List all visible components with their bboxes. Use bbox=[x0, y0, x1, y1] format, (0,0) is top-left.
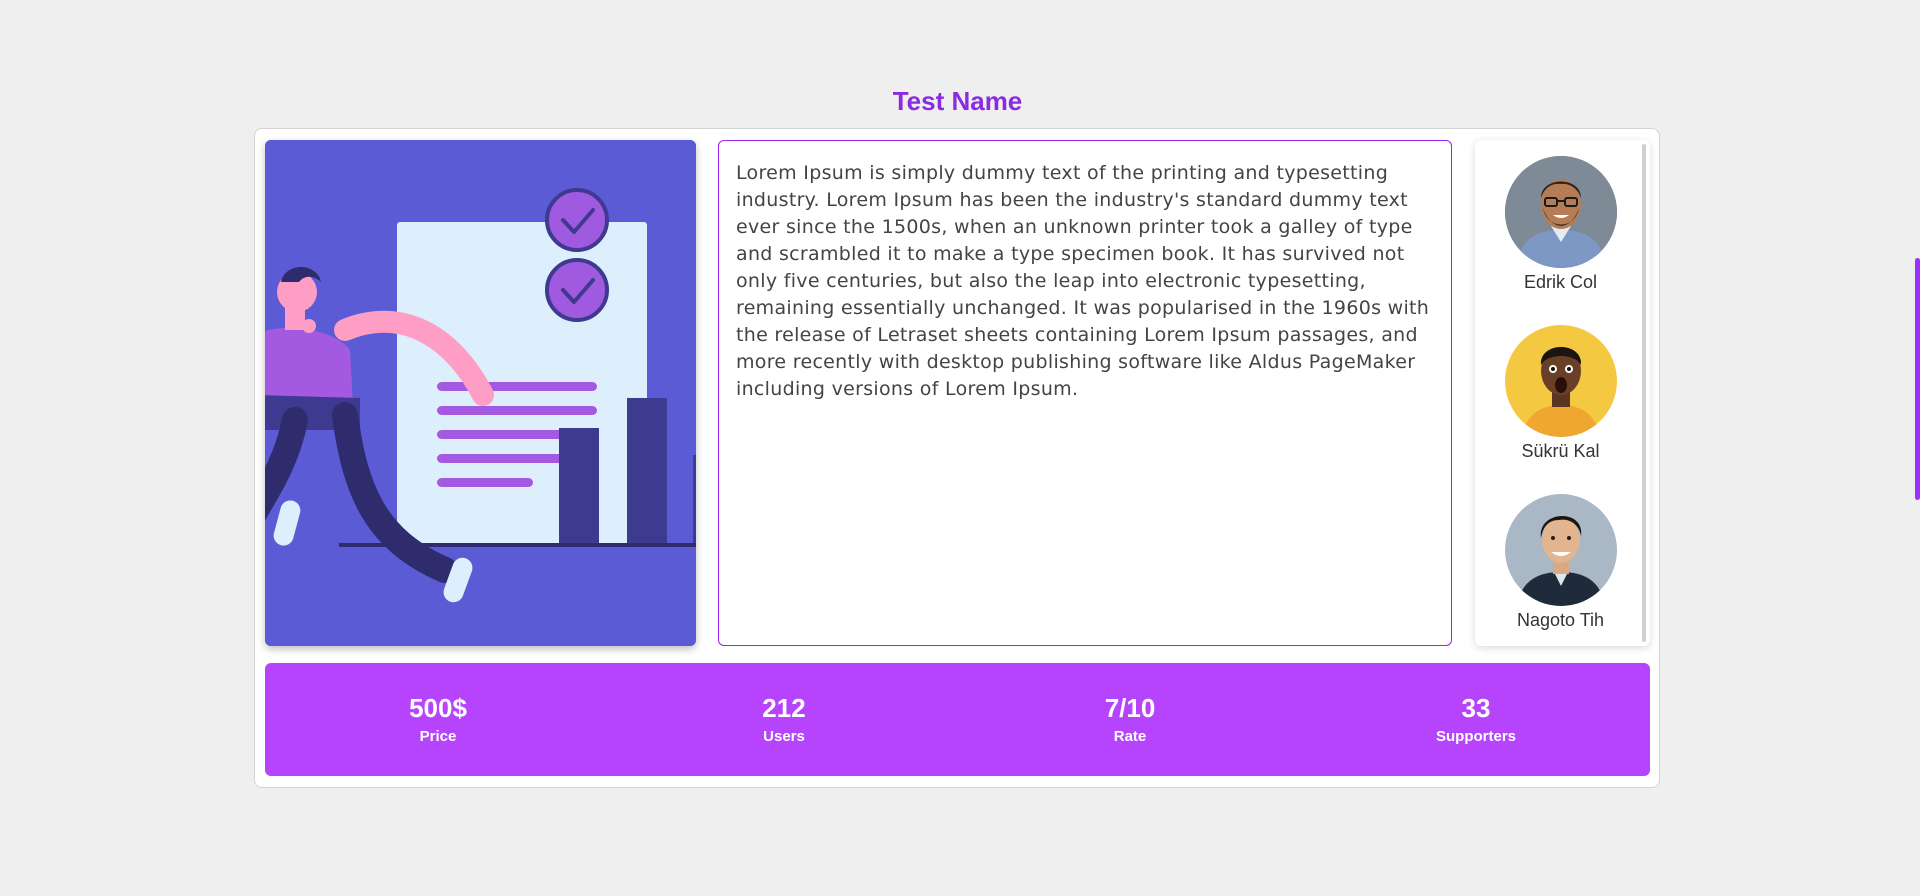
supporter-name: Sükrü Kal bbox=[1521, 441, 1600, 461]
supporter-card[interactable]: Sükrü Kal bbox=[1475, 325, 1646, 462]
avatar bbox=[1504, 325, 1617, 437]
stat-supporters: 33 Supporters bbox=[1366, 693, 1586, 745]
stat-rate: 7/10 Rate bbox=[1020, 693, 1240, 745]
stat-value: 500$ bbox=[409, 693, 467, 723]
stats-bar: 500$ Price 212 Users 7/10 Rate 33 Suppor… bbox=[265, 663, 1650, 776]
stat-label: Price bbox=[419, 728, 457, 745]
avatar bbox=[1504, 494, 1617, 606]
stat-price: 500$ Price bbox=[328, 693, 548, 745]
avatar bbox=[1504, 156, 1617, 268]
stat-label: Rate bbox=[1113, 728, 1147, 745]
stat-label: Supporters bbox=[1435, 728, 1516, 745]
description-box: Lorem Ipsum is simply dummy text of the … bbox=[718, 140, 1452, 646]
stat-users: 212 Users bbox=[674, 693, 894, 745]
stat-value: 212 bbox=[762, 693, 806, 723]
supporter-card[interactable]: Edrik Col bbox=[1475, 156, 1646, 293]
stat-value: 33 bbox=[1461, 693, 1491, 723]
supporter-name: Edrik Col bbox=[1523, 272, 1598, 292]
supporter-card[interactable]: Nagoto Tih bbox=[1475, 494, 1646, 631]
description-text: Lorem Ipsum is simply dummy text of the … bbox=[736, 162, 1430, 400]
page-title: Test Name bbox=[892, 86, 1023, 116]
supporters-list[interactable]: Edrik Col Sükrü Kal Nagoto Tih bbox=[1475, 140, 1650, 646]
stat-label: Users bbox=[763, 728, 805, 745]
hero-illustration bbox=[265, 140, 696, 646]
scrollbar[interactable] bbox=[1642, 144, 1646, 642]
stat-value: 7/10 bbox=[1104, 693, 1156, 723]
page-scrollbar[interactable] bbox=[1915, 258, 1920, 500]
supporter-name: Nagoto Tih bbox=[1516, 610, 1605, 630]
